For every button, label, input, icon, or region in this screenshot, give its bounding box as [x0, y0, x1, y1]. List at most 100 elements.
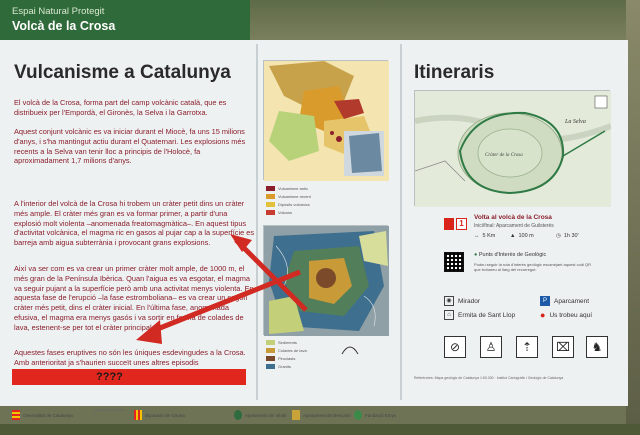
logo-generalitat: Generalitat de Catalunya: [12, 410, 73, 420]
stat-elevation-value: 100 m: [518, 233, 534, 239]
itinerary-map-graphic: La Selva Cràter de la Crosa: [414, 91, 613, 207]
chapel-icon: ⌂: [444, 310, 454, 320]
paragraph-intro: El volcà de la Crosa, forma part del cam…: [14, 98, 227, 117]
legend2-label-1: Sediments: [278, 340, 297, 345]
stat-distance-value: 5 Km: [482, 233, 496, 239]
legend2-row-4: Granits: [266, 364, 291, 369]
elevation-icon: ▲: [510, 233, 516, 239]
geo-points-text: Punts d'Interès de Geològic: [478, 252, 547, 258]
redacted-text: ????: [96, 371, 123, 383]
itinerary-map: La Selva Cràter de la Crosa: [414, 90, 613, 207]
parking-icon: P: [540, 296, 550, 306]
legend-swatch-1: [266, 186, 275, 191]
legend2-row-3: Piroclasts: [266, 356, 295, 361]
legend-label-3: Dipòsits volcànics: [278, 202, 310, 207]
paragraph-history: Aquest conjunt volcànic es va iniciar du…: [14, 127, 246, 166]
background-right: [626, 0, 640, 435]
header-title: Volcà de la Crosa: [12, 19, 116, 33]
location-pin-icon: ●: [540, 310, 546, 320]
dog-leash-icon: ♞: [586, 336, 608, 358]
logo-diputacio: Diputació de Girona: [134, 410, 185, 420]
legend2-label-2: Colades de lava: [278, 348, 307, 353]
crater-symbol-icon: [340, 342, 360, 356]
poi-ermita-label: Ermita de Sant Llop: [458, 311, 516, 319]
ground-strip: [0, 424, 640, 435]
poi-mirador-label: Mirador: [458, 297, 481, 305]
stat-time-value: 1h 30': [563, 233, 579, 239]
header-bar: Espai Natural Protegit Volcà de la Crosa: [0, 0, 250, 40]
legend2-label-3: Piroclasts: [278, 356, 296, 361]
emys-emblem-icon: [354, 410, 362, 420]
legend-row-3: Dipòsits volcànics: [266, 202, 310, 207]
legend-row-2: Vulcanisme recent: [266, 194, 311, 199]
stat-time: ◷ 1h 30': [556, 233, 579, 239]
section-heading-itineraris: Itineraris: [414, 62, 495, 83]
legend-row-1: Vulcanisme antic: [266, 186, 308, 191]
legend2-swatch-1: [266, 340, 275, 345]
paragraph-crater: A l'interior del volcà de la Crosa hi tr…: [14, 199, 255, 248]
crosa-map-graphic: [264, 226, 389, 336]
legend-swatch-2: [266, 194, 275, 199]
catalonia-volcanic-map: [263, 60, 389, 181]
walker-icon: ♙: [480, 336, 502, 358]
no-littering-icon: ⌧: [552, 336, 574, 358]
logo-ajuntament-1-label: Ajuntament de Vilobí: [245, 412, 287, 418]
clock-icon: ◷: [556, 233, 561, 239]
legend-swatch-4: [266, 210, 275, 215]
legend2-label-4: Granits: [278, 364, 291, 369]
diputacio-emblem-icon: [134, 410, 142, 420]
legend-row-4: Volcans: [266, 210, 292, 215]
route-title: Volta al volcà de la Crosa: [474, 214, 552, 221]
column-divider-right: [400, 44, 402, 400]
route-subtitle: Inici/final: Aparcament de Guilsterés: [474, 223, 554, 229]
poi-ermita: ⌂ Ermita de Sant Llop: [444, 310, 515, 320]
legend-label-1: Vulcanisme antic: [278, 186, 309, 191]
legend2-swatch-3: [266, 356, 275, 361]
poi-you-are-here: ● Us trobeu aquí: [540, 310, 592, 320]
stat-distance: ↔ 5 Km: [474, 233, 495, 239]
poi-you-are-here-label: Us trobeu aquí: [549, 311, 593, 319]
legend2-row-2: Colades de lava: [266, 348, 307, 353]
logo-emys: Fundació Emys: [354, 410, 396, 420]
qr-code[interactable]: [444, 252, 464, 272]
logo-diputacio-label: Diputació de Girona: [145, 412, 185, 418]
map-label-la-selva: La Selva: [564, 119, 586, 125]
legend2-row-1: Sediments: [266, 340, 297, 345]
header-subtitle: Espai Natural Protegit: [12, 6, 105, 17]
map-label-crater: Cràter de la Crosa: [485, 153, 523, 158]
poi-aparcament: P Aparcament: [540, 296, 589, 306]
hiker-icon: [444, 218, 454, 230]
stat-elevation: ▲ 100 m: [510, 233, 534, 239]
route-number: 1: [456, 218, 467, 230]
geo-point-icon: ●: [474, 252, 478, 258]
paragraph-phases: Així va ser com es va crear un primer cr…: [14, 264, 254, 332]
catalonia-map-graphic: [264, 61, 389, 181]
distance-icon: ↔: [474, 233, 480, 239]
poi-aparcament-label: Aparcament: [554, 297, 590, 305]
legend-label-2: Vulcanisme recent: [278, 194, 311, 199]
crosa-geologic-map: [263, 225, 389, 336]
logo-ajuntament-1: Ajuntament de Vilobí: [234, 410, 286, 420]
logo-ajuntament-2: Ajuntament de Bescanó: [292, 410, 351, 420]
legend2-swatch-2: [266, 348, 275, 353]
binoculars-icon: ◉: [444, 296, 454, 306]
logo-emys-label: Fundació Emys: [365, 412, 397, 418]
legend2-swatch-4: [266, 364, 275, 369]
section-heading-vulcanisme: Vulcanisme a Catalunya: [14, 62, 231, 83]
ajuntament-2-emblem-icon: [292, 410, 300, 420]
stay-on-path-icon: ⇡: [516, 336, 538, 358]
geo-points-label: ● Punts d'Interès de Geològic: [474, 252, 546, 258]
ajuntament-1-emblem-icon: [234, 410, 242, 420]
legend-swatch-3: [266, 202, 275, 207]
geo-description: Podeu seguir la ruta d'interès geològic …: [474, 262, 592, 272]
logo-generalitat-label: Generalitat de Catalunya: [23, 412, 73, 418]
paragraph-episodes: Aquestes fases eruptives no són les úniq…: [14, 348, 246, 367]
no-fire-icon: ⊘: [444, 336, 466, 358]
legend-label-4: Volcans: [278, 210, 293, 215]
redacted-bar: ????: [12, 369, 246, 385]
generalitat-emblem-icon: [12, 410, 20, 420]
column-divider-left: [256, 44, 258, 400]
footer-url: www.generalitat.cat: [94, 408, 125, 412]
poi-mirador: ◉ Mirador: [444, 296, 480, 306]
logo-ajuntament-2-label: Ajuntament de Bescanó: [303, 412, 351, 418]
